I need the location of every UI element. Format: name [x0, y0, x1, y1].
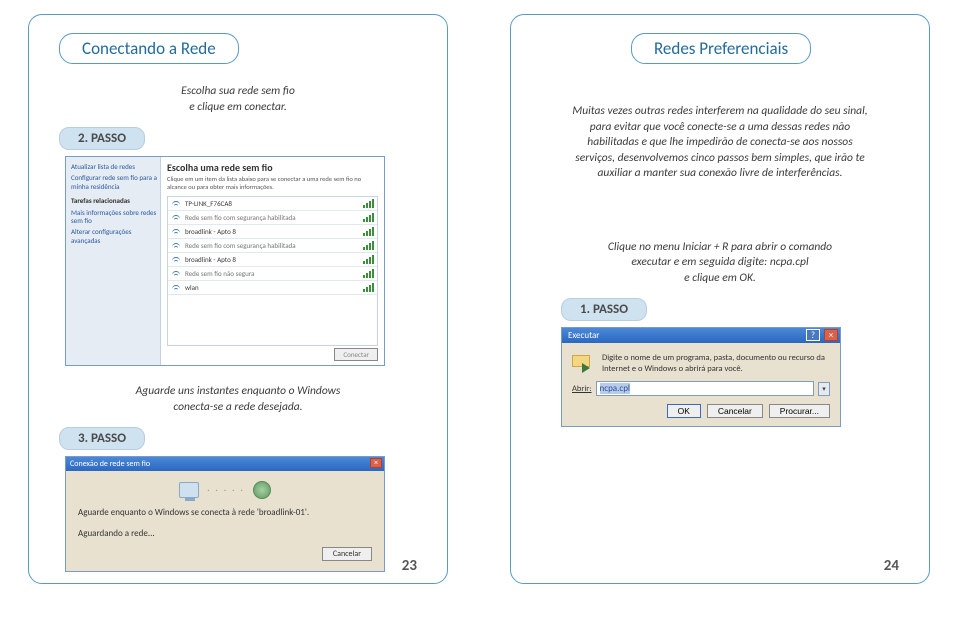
sidebar-task[interactable]: Configurar rede sem fio para a minha res…: [69, 174, 157, 191]
connect-button[interactable]: Conectar: [334, 348, 378, 361]
wifi-ssid: broadlink - Apto 8: [185, 255, 363, 264]
wifi-icon: [171, 269, 181, 277]
page-24: Redes Preferenciais Muitas vezes outras …: [510, 14, 930, 584]
window-titlebar: Conexão de rede sem fio ×: [66, 457, 384, 471]
page-title-left: Conectando a Rede: [59, 33, 239, 64]
connecting-window: Conexão de rede sem fio × · · · · · Agua…: [65, 456, 385, 572]
wifi-ssid: Rede sem fio não segura: [185, 269, 363, 278]
signal-bars-icon: [363, 227, 374, 236]
browse-button[interactable]: Procurar...: [769, 404, 830, 418]
intro-line: executar e em seguida digite: ncpa.cpl: [631, 255, 808, 269]
run-desc: Digite o nome de um programa, pasta, doc…: [602, 353, 830, 374]
intro-line: Clique no menu Iniciar + R para abrir o …: [608, 240, 832, 254]
open-label: Abrir:: [572, 384, 592, 394]
window-title: Executar: [568, 330, 599, 341]
signal-bars-icon: [363, 269, 374, 278]
run-body: Digite o nome de um programa, pasta, doc…: [562, 343, 840, 426]
sidebar-task[interactable]: Alterar configurações avançadas: [69, 228, 157, 245]
wifi-icon: [171, 213, 181, 221]
intro-line: conecta-se a rede desejada.: [173, 400, 302, 414]
signal-bars-icon: [363, 283, 374, 292]
cancel-button[interactable]: Cancelar: [707, 404, 763, 418]
close-icon[interactable]: ×: [824, 329, 838, 341]
close-icon[interactable]: ×: [370, 458, 382, 468]
intro-line: e clique em OK.: [684, 271, 756, 285]
connecting-status: Aguardando a rede...: [78, 528, 372, 539]
wifi-network-item[interactable]: TP-LINK_F76CA8: [168, 197, 377, 211]
page-23: Conectando a Rede Escolha sua rede sem f…: [28, 14, 448, 584]
open-input-value: ncpa.cpl: [600, 383, 630, 394]
wifi-icon: [171, 283, 181, 291]
wifi-ssid: broadlink - Apto 8: [185, 227, 363, 236]
signal-bars-icon: [363, 213, 374, 222]
wifi-icon: [171, 199, 181, 207]
page-title-right: Redes Preferenciais: [631, 33, 811, 64]
wifi-ssid: wlan: [185, 283, 363, 292]
signal-bars-icon: [363, 255, 374, 264]
wifi-network-item[interactable]: broadlink - Apto 8: [168, 253, 377, 267]
wifi-icon: [171, 227, 181, 235]
connecting-body: · · · · · Aguarde enquanto o Windows se …: [66, 471, 384, 571]
run-dialog: Executar ? × Digite o nome de um program…: [561, 327, 841, 427]
intro-line: Escolha sua rede sem fio: [181, 84, 295, 98]
page-number: 23: [402, 557, 417, 575]
passo-1-badge: 1. PASSO: [561, 298, 647, 321]
wifi-tasks-sidebar: Atualizar lista de redes Configurar rede…: [66, 157, 161, 365]
cancel-button[interactable]: Cancelar: [322, 547, 372, 561]
wifi-desc: Clique em um item da lista abaixo para s…: [167, 176, 378, 192]
wifi-network-list: TP-LINK_F76CA8 Rede sem fio com seguranç…: [167, 196, 378, 346]
section-2-right: Clique no menu Iniciar + R para abrir o …: [565, 240, 875, 287]
passo-3-badge: 3. PASSO: [59, 427, 145, 450]
passo-2-badge: 2. PASSO: [59, 127, 145, 150]
wifi-icon: [171, 241, 181, 249]
intro-right: Muitas vezes outras redes interferem na …: [569, 104, 871, 182]
globe-icon: [253, 481, 271, 499]
computer-icon: [179, 482, 199, 498]
connecting-msg: Aguarde enquanto o Windows se conecta à …: [78, 507, 372, 518]
run-icon: [572, 355, 594, 375]
intro-line: e clique em conectar.: [189, 100, 287, 114]
signal-bars-icon: [363, 241, 374, 250]
wifi-network-item[interactable]: Rede sem fio com segurança habilitada: [168, 211, 377, 225]
ok-button[interactable]: OK: [667, 404, 701, 418]
wifi-network-item[interactable]: wlan: [168, 281, 377, 295]
wifi-network-item[interactable]: Rede sem fio com segurança habilitada: [168, 239, 377, 253]
window-titlebar: Executar ? ×: [562, 328, 840, 343]
signal-bars-icon: [363, 199, 374, 208]
wifi-network-item[interactable]: broadlink - Apto 8: [168, 225, 377, 239]
wifi-ssid: TP-LINK_F76CA8: [185, 199, 363, 208]
wifi-main-panel: Escolha uma rede sem fio Clique em um it…: [161, 157, 384, 365]
intro-line: Aguarde uns instantes enquanto o Windows: [136, 384, 341, 398]
page-number: 24: [884, 557, 899, 575]
intro-left: Escolha sua rede sem fio e clique em con…: [83, 84, 393, 115]
help-icon[interactable]: ?: [806, 329, 820, 341]
wifi-heading: Escolha uma rede sem fio: [167, 161, 378, 174]
wifi-icon: [171, 255, 181, 263]
sidebar-task[interactable]: Atualizar lista de redes: [69, 163, 157, 171]
dropdown-icon[interactable]: ▾: [818, 382, 830, 396]
window-title: Conexão de rede sem fio: [70, 459, 150, 469]
open-input[interactable]: ncpa.cpl: [596, 381, 814, 396]
section-2-left: Aguarde uns instantes enquanto o Windows…: [59, 384, 417, 572]
wifi-selection-window: Atualizar lista de redes Configurar rede…: [65, 156, 385, 366]
sidebar-heading: Tarefas relacionadas: [69, 197, 157, 205]
wifi-ssid: Rede sem fio com segurança habilitada: [185, 213, 363, 222]
wifi-network-item[interactable]: Rede sem fio não segura: [168, 267, 377, 281]
sidebar-task[interactable]: Mais informações sobre redes sem fio: [69, 209, 157, 226]
dots-icon: · · · · ·: [207, 485, 245, 496]
wifi-ssid: Rede sem fio com segurança habilitada: [185, 241, 363, 250]
